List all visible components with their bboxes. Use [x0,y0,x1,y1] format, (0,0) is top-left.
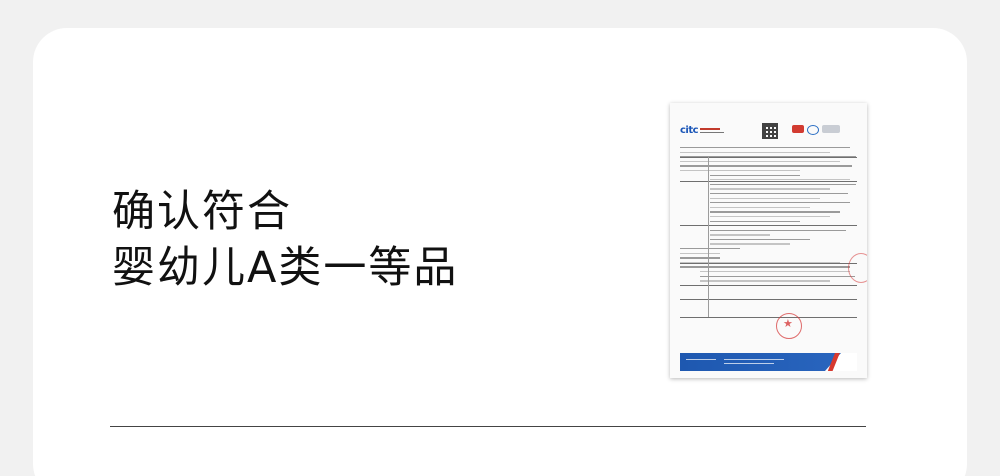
bottom-divider [110,426,866,427]
report-footer-bar [680,353,857,371]
cma-mark-icon [792,125,804,133]
table-rule [680,225,857,226]
table-rule [680,157,857,158]
table-rule [680,181,857,182]
table-rule [680,317,857,318]
qr-code-icon [762,123,778,139]
headline-line-2: 婴幼儿A类一等品 [112,243,459,293]
table-rule [680,299,857,300]
cnas-mark-icon [822,125,840,133]
headline: 确认符合 婴幼儿A类一等品 [112,184,458,296]
official-seal-icon [776,313,802,339]
report-logo-mark: citc [680,124,699,136]
table-rule [680,285,857,286]
certification-marks [792,125,840,135]
report-logo: citc [680,123,736,137]
report-text-lines [680,147,857,289]
headline-line-1: 确认符合 [112,187,292,237]
report-logo-text-icon [700,127,725,134]
official-seal-icon [848,253,867,283]
table-column-divider [708,157,709,317]
table-rule [680,263,857,264]
ilac-mark-icon [807,125,819,135]
test-report-page: citc [680,113,867,371]
test-report-image: citc [670,103,867,378]
